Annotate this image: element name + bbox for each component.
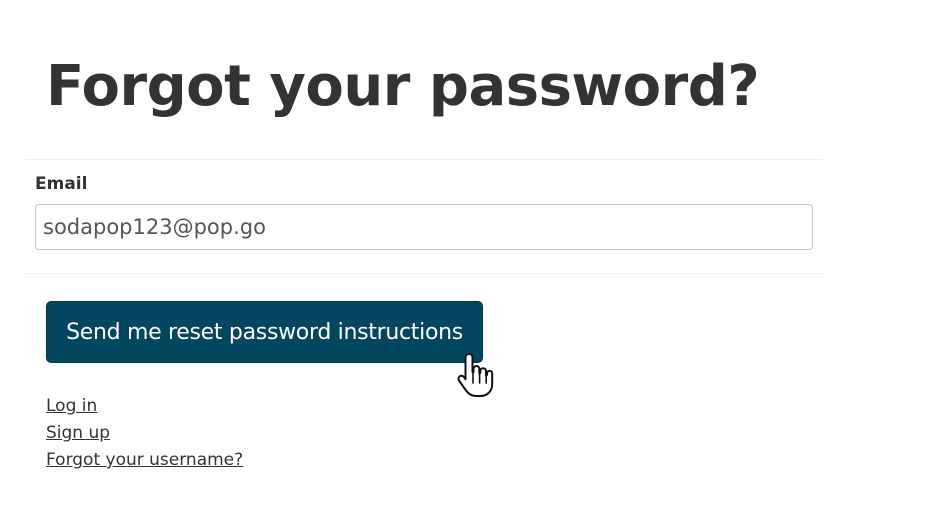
divider-top	[25, 159, 823, 160]
sign-up-link[interactable]: Sign up	[46, 420, 243, 447]
page-title: Forgot your password?	[46, 54, 760, 119]
pointer-hand-icon	[457, 353, 494, 397]
forgot-username-link[interactable]: Forgot your username?	[46, 447, 243, 474]
email-label: Email	[35, 174, 88, 194]
log-in-link[interactable]: Log in	[46, 393, 243, 420]
email-field[interactable]	[35, 204, 813, 250]
send-reset-instructions-button[interactable]: Send me reset password instructions	[46, 301, 483, 363]
auth-links: Log in Sign up Forgot your username?	[46, 393, 243, 474]
forgot-password-page: Forgot your password? Email Send me rese…	[0, 0, 947, 525]
divider-bottom	[25, 273, 823, 274]
